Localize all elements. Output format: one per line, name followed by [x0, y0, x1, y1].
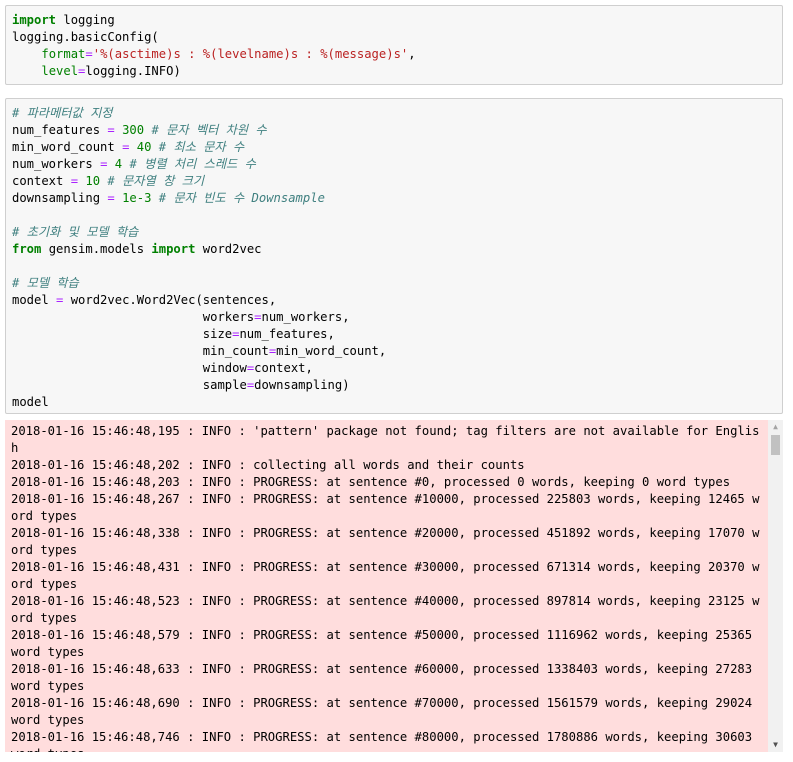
code-token: workers: [12, 310, 255, 324]
code-comment: # 병렬 처리 스레드 수: [129, 157, 256, 171]
code-line: logging.basicConfig(: [12, 29, 776, 46]
code-line: level=logging.INFO): [12, 63, 776, 80]
code-token: model: [12, 293, 57, 307]
code-token: word2vec.Word2Vec(sentences,: [63, 293, 277, 307]
code-comment: # 문자 벡터 차원 수: [151, 123, 267, 137]
code-line: downsampling = 1e-3 # 문자 빈도 수 Downsample: [12, 190, 776, 207]
code-token: '%(asctime)s : %(levelname)s : %(message…: [92, 47, 409, 61]
code-token: context: [12, 174, 71, 188]
code-token: word2vec: [195, 242, 262, 256]
code-editor[interactable]: import logging logging.basicConfig( forma…: [6, 6, 782, 80]
code-token: window: [12, 361, 247, 375]
code-token: model: [12, 395, 49, 409]
code-token: 4: [114, 157, 123, 171]
code-token: downsampling): [254, 378, 350, 392]
code-token: import: [151, 242, 196, 256]
code-line: window=context,: [12, 360, 776, 377]
code-line: min_word_count = 40 # 최소 문자 수: [12, 139, 776, 156]
code-token: gensim.models: [41, 242, 152, 256]
code-token: min_word_count: [12, 140, 123, 154]
code-token: 300: [122, 123, 145, 137]
code-token: logging.basicConfig(: [12, 30, 159, 44]
code-comment: # 초기화 및 모델 학습: [12, 225, 139, 239]
code-line: context = 10 # 문자열 창 크기: [12, 173, 776, 190]
code-token: min_word_count,: [276, 344, 387, 358]
code-token: =: [107, 191, 115, 205]
code-token: 1e-3: [122, 191, 152, 205]
code-token: level: [41, 64, 79, 78]
code-token: logging: [56, 13, 115, 27]
code-token: from: [12, 242, 42, 256]
code-token: =: [85, 47, 93, 61]
code-line: sample=downsampling): [12, 377, 776, 394]
code-token: num_features,: [239, 327, 335, 341]
log-output-text: 2018-01-16 15:46:48,195 : INFO : 'patter…: [11, 424, 760, 752]
code-token: num_workers: [12, 157, 101, 171]
code-token: min_count: [12, 344, 269, 358]
code-line: # 모델 학습: [12, 275, 776, 292]
scroll-down-arrow-icon[interactable]: ▼: [768, 738, 783, 752]
scroll-up-arrow-icon[interactable]: ▲: [768, 420, 783, 434]
code-token: format: [41, 47, 86, 61]
code-comment: # 문자 빈도 수 Downsample: [158, 191, 325, 205]
code-line: num_features = 300 # 문자 벡터 차원 수: [12, 122, 776, 139]
code-cell-logging[interactable]: import logging logging.basicConfig( forma…: [5, 5, 783, 85]
code-line: num_workers = 4 # 병렬 처리 스레드 수: [12, 156, 776, 173]
code-comment: # 최소 문자 수: [158, 140, 245, 154]
code-token: 40: [136, 140, 152, 154]
code-token: import: [12, 13, 57, 27]
code-comment: # 모델 학습: [12, 276, 79, 290]
code-token: =: [70, 174, 79, 188]
code-comment: # 문자열 창 크기: [107, 174, 205, 188]
output-area-stderr[interactable]: 2018-01-16 15:46:48,195 : INFO : 'patter…: [5, 420, 783, 752]
code-line: # 파라메터값 지정: [12, 105, 776, 122]
code-token: =: [107, 123, 115, 137]
code-token: size: [12, 327, 233, 341]
code-line: format='%(asctime)s : %(levelname)s : %(…: [12, 46, 776, 63]
code-line: model: [12, 394, 776, 411]
vertical-scrollbar[interactable]: ▲ ▼: [768, 420, 783, 752]
code-editor[interactable]: # 파라메터값 지정 num_features = 300 # 문자 벡터 차원 …: [6, 99, 782, 411]
code-token: ,: [408, 47, 416, 61]
code-token: sample: [12, 378, 247, 392]
code-line: # 초기화 및 모델 학습: [12, 224, 776, 241]
code-token: context,: [254, 361, 313, 375]
code-token: 10: [85, 174, 101, 188]
code-cell-word2vec[interactable]: # 파라메터값 지정 num_features = 300 # 문자 벡터 차원 …: [5, 98, 783, 414]
code-line: from gensim.models import word2vec: [12, 241, 776, 258]
scroll-thumb[interactable]: [771, 435, 780, 455]
code-token: num_features: [12, 123, 108, 137]
code-line: min_count=min_word_count,: [12, 343, 776, 360]
code-line: size=num_features,: [12, 326, 776, 343]
code-comment: # 파라메터값 지정: [12, 106, 113, 120]
code-token: num_workers,: [261, 310, 350, 324]
code-line: import logging: [12, 12, 776, 29]
code-token: downsampling: [12, 191, 108, 205]
code-line: workers=num_workers,: [12, 309, 776, 326]
code-token: logging.INFO): [85, 64, 181, 78]
code-line: model = word2vec.Word2Vec(sentences,: [12, 292, 776, 309]
